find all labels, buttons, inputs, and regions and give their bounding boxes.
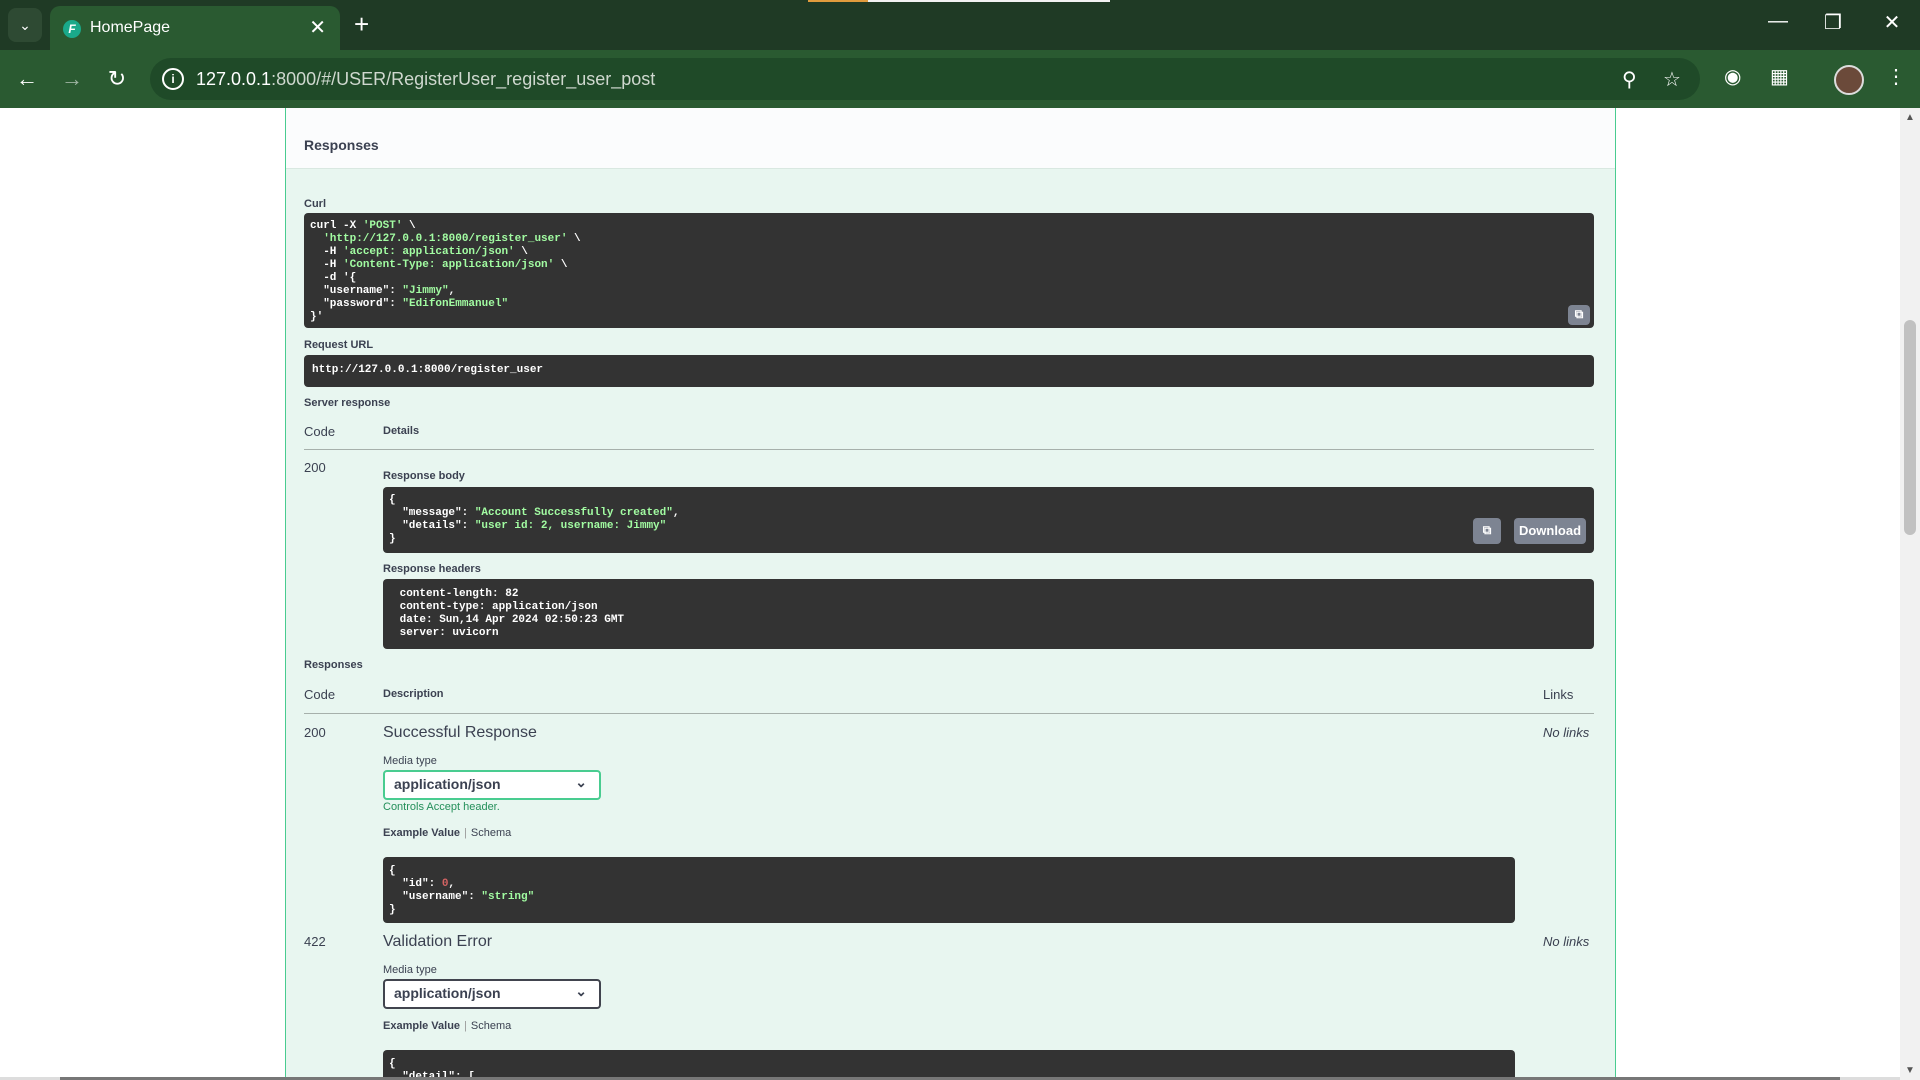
schema-tab[interactable]: Schema [471,827,511,839]
response-headers-label: Response headers [383,563,481,575]
reload-button[interactable]: ↻ [100,62,134,96]
curl-line: -H 'accept: application/json' \ [310,246,528,258]
response-description: Successful Response [383,724,537,741]
curl-line: "username": "Jimmy", [310,285,456,297]
response-body-line: "message": "Account Successfully created… [389,507,680,519]
close-window-button[interactable]: ✕ [1872,10,1912,35]
curl-line: -H 'Content-Type: application/json' \ [310,259,568,271]
responses-links-column: Links [1543,687,1574,702]
example-value-block: { "detail": [ [383,1050,1515,1080]
media-type-select[interactable]: application/json ⌄ [383,770,601,800]
curl-line: -d '{ [310,272,357,284]
media-type-select[interactable]: application/json ⌄ [383,979,601,1009]
curl-line: curl -X 'POST' \ [310,220,416,232]
fastapi-favicon-icon: F [63,20,81,38]
example-line: "username": "string" [389,891,535,903]
chevron-down-icon: ⌄ [575,983,587,999]
responses-description-column: Description [383,688,444,700]
bookmark-star-icon[interactable]: ☆ [1663,67,1681,92]
curl-line: }' [310,311,324,323]
browser-title-bar: ⌄ F HomePage ✕ + — ❐ ✕ [0,0,1920,50]
site-info-icon[interactable]: i [162,68,184,90]
response-description: Validation Error [383,933,493,950]
download-button[interactable]: Download [1514,518,1586,544]
scroll-up-arrow-icon[interactable]: ▲ [1905,112,1915,123]
curl-line: 'http://127.0.0.1:8000/register_user' \ [323,233,581,245]
extensions-puzzle-icon[interactable]: ▦ [1770,64,1789,89]
tab-title: HomePage [90,19,171,36]
zoom-icon[interactable]: ⚲ [1622,67,1637,92]
response-body-block: { "message": "Account Successfully creat… [383,487,1594,553]
response-body-line: } [389,533,396,545]
response-header-line: server: uvicorn [393,627,506,639]
back-button[interactable]: ← [10,62,44,96]
divider [304,713,1594,714]
profile-avatar[interactable] [1834,65,1864,95]
controls-accept-note: Controls Accept header. [383,801,500,813]
scrollbar-thumb[interactable] [1904,320,1916,535]
server-details-column: Details [383,425,420,437]
server-response-label: Server response [304,397,391,409]
responses-label: Responses [304,659,363,671]
operation-panel: Responses Curl curl -X 'POST' \ 'http://… [285,108,1616,1080]
example-value-tab[interactable]: Example Value [383,827,460,839]
address-bar[interactable]: i 127.0.0.1:8000/#/USER/RegisterUser_reg… [150,58,1700,100]
server-response-code: 200 [304,460,326,475]
request-url-value: http://127.0.0.1:8000/register_user [312,364,544,376]
page-viewport: Responses Curl curl -X 'POST' \ 'http://… [0,108,1900,1080]
example-line: { [389,1058,396,1070]
browser-menu-icon[interactable]: ⋮ [1886,64,1906,89]
minimize-button[interactable]: — [1758,10,1798,33]
curl-label: Curl [304,198,326,210]
curl-code-block: curl -X 'POST' \ 'http://127.0.0.1:8000/… [304,213,1594,328]
copy-response-icon[interactable]: ⧉ [1473,518,1501,544]
tab-close-icon[interactable]: ✕ [309,15,326,40]
schema-tab[interactable]: Schema [471,1020,511,1032]
response-code: 200 [304,725,326,740]
restore-button[interactable]: ❐ [1813,10,1853,35]
scroll-down-arrow-icon[interactable]: ▼ [1905,1065,1915,1076]
media-type-label: Media type [383,964,437,976]
response-body-line: { [389,494,396,506]
response-links: No links [1543,934,1590,949]
server-code-column: Code [304,424,336,439]
browser-tab[interactable]: F HomePage ✕ [50,6,340,50]
new-tab-button[interactable]: + [354,9,369,39]
example-line: } [389,904,396,916]
media-type-label: Media type [383,755,437,767]
responses-heading: Responses [304,137,379,153]
response-body-line: "details": "user id: 2, username: Jimmy" [389,520,667,532]
example-value-block: { "id": 0, "username": "string"} [383,857,1515,923]
forward-button[interactable]: → [55,62,89,96]
extension-icon[interactable]: ◉ [1724,64,1741,89]
tab-search-button[interactable]: ⌄ [8,8,42,42]
example-line: "id": 0, [389,878,456,890]
url-text[interactable]: 127.0.0.1:8000/#/USER/RegisterUser_regis… [196,69,655,90]
responses-section-header: Responses [286,108,1615,169]
curl-line: "password": "EdifonEmmanuel" [310,298,509,310]
response-header-line: date: Sun,14 Apr 2024 02:50:23 GMT [393,614,631,626]
vertical-scrollbar[interactable]: ▲ ▼ [1900,108,1920,1080]
example-schema-tabs: Example Value | Schema [383,1020,512,1032]
page-load-progress [808,0,1110,2]
divider [304,449,1594,450]
response-links: No links [1543,725,1590,740]
response-headers-block: content-length: 82 content-type: applica… [383,579,1594,649]
response-code: 422 [304,934,326,949]
response-header-line: content-length: 82 [393,588,526,600]
request-url-label: Request URL [304,339,374,351]
response-header-line: content-type: application/json [393,601,605,613]
responses-code-column: Code [304,687,336,702]
response-body-label: Response body [383,470,465,482]
example-value-tab[interactable]: Example Value [383,1020,460,1032]
request-url-block: http://127.0.0.1:8000/register_user [304,355,1594,387]
chevron-down-icon: ⌄ [575,774,587,790]
copy-curl-icon[interactable]: ⧉ [1568,305,1590,325]
example-line: { [389,865,396,877]
example-schema-tabs: Example Value | Schema [383,827,512,839]
